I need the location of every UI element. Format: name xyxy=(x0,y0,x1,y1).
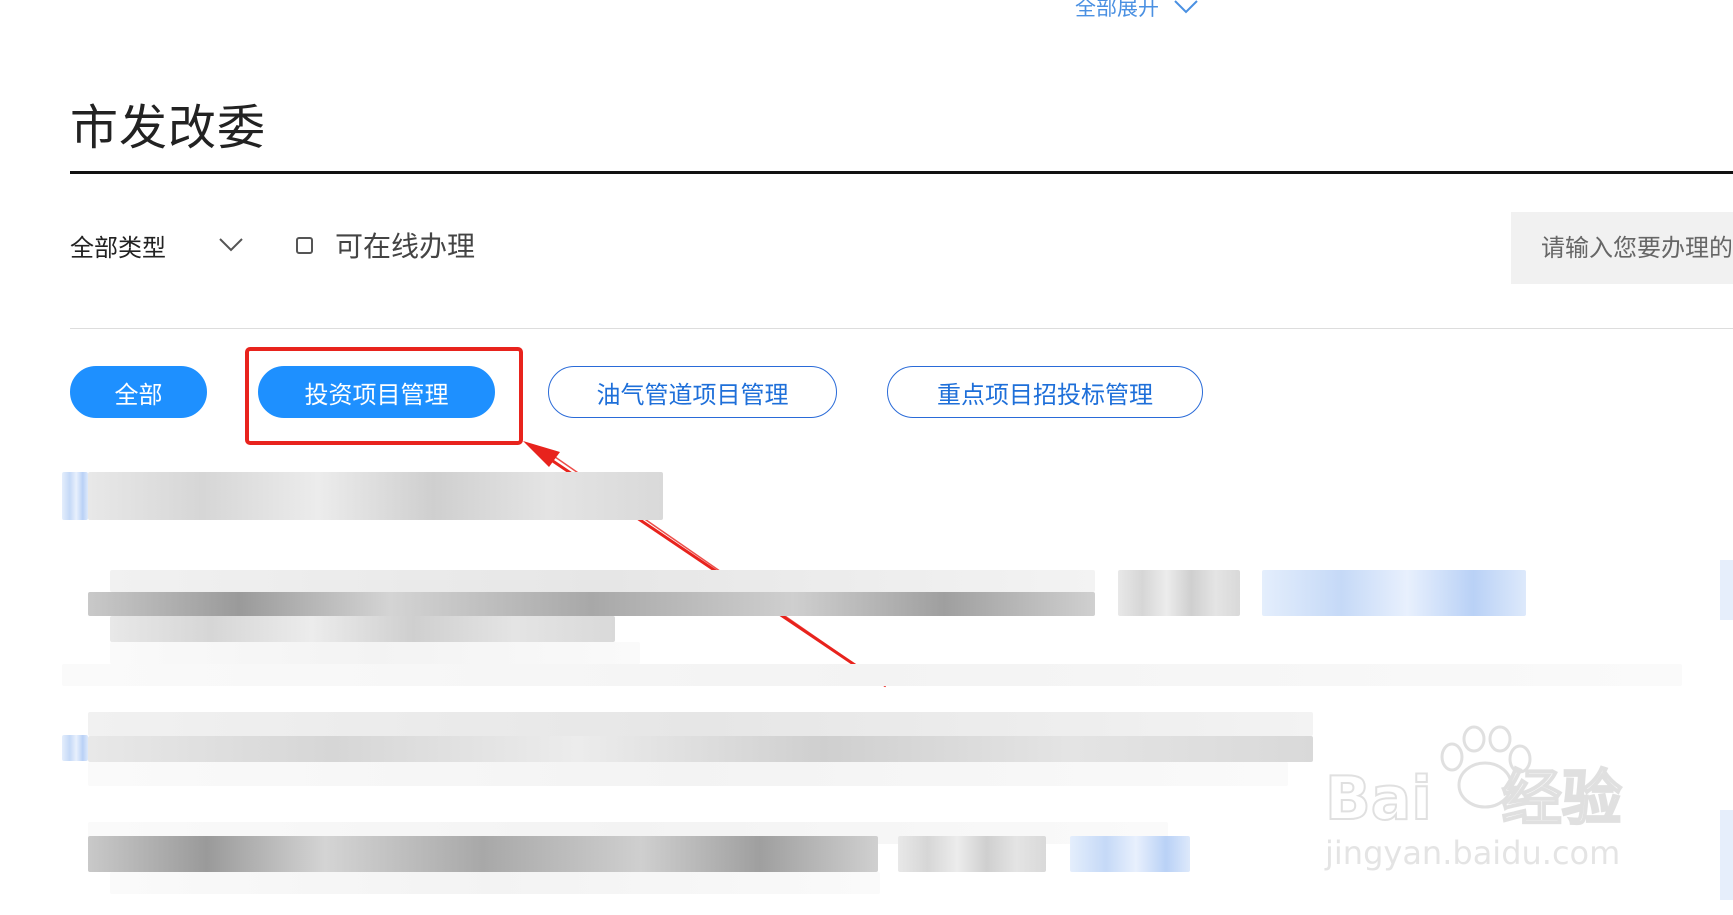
blurred-block xyxy=(88,712,1313,736)
blurred-block xyxy=(62,664,1682,686)
title-divider xyxy=(70,171,1733,174)
blurred-block xyxy=(62,735,88,761)
blurred-block xyxy=(88,762,1288,786)
blurred-block xyxy=(1070,836,1190,872)
blurred-block xyxy=(110,642,640,664)
filter-divider xyxy=(70,328,1733,329)
chevron-down-icon xyxy=(1174,0,1198,14)
checkbox-box[interactable] xyxy=(296,236,313,254)
expand-all-label: 全部展开 xyxy=(1075,0,1159,20)
blurred-block xyxy=(88,836,878,872)
blurred-block xyxy=(110,570,1095,592)
type-select-value: 全部类型 xyxy=(70,233,166,262)
type-select[interactable]: 全部类型 xyxy=(70,228,244,263)
annotation-highlight-box xyxy=(245,347,523,445)
watermark-brand: Bai 经验 xyxy=(1324,763,1623,835)
baidu-watermark: Bai 经验 jingyan.baidu.com xyxy=(1324,725,1655,880)
blurred-block xyxy=(1720,560,1733,620)
blurred-block xyxy=(62,472,88,520)
blurred-block xyxy=(110,872,880,894)
filter-row: 全部类型 可在线办理 xyxy=(70,225,475,265)
blurred-block xyxy=(1118,570,1240,616)
page-title: 市发改委 xyxy=(70,100,267,156)
tab-key-project-bidding-management[interactable]: 重点项目招投标管理 xyxy=(887,366,1203,418)
tab-oil-gas-pipeline-management[interactable]: 油气管道项目管理 xyxy=(548,366,837,418)
tab-all[interactable]: 全部 xyxy=(70,366,207,418)
expand-all-link[interactable]: 全部展开 xyxy=(1075,0,1199,22)
blurred-block xyxy=(88,592,1095,616)
blurred-block xyxy=(88,736,1313,762)
search-input[interactable] xyxy=(1511,212,1733,284)
watermark-url: jingyan.baidu.com xyxy=(1325,834,1621,872)
blurred-block xyxy=(1262,570,1526,616)
blurred-block xyxy=(1720,810,1733,900)
chevron-down-icon xyxy=(219,238,243,252)
online-checkbox-label: 可在线办理 xyxy=(335,230,476,263)
blurred-block xyxy=(88,472,663,520)
blurred-block xyxy=(110,616,615,642)
paw-icon xyxy=(1440,725,1532,809)
online-checkbox[interactable]: 可在线办理 xyxy=(296,225,475,265)
blurred-block xyxy=(898,836,1046,872)
